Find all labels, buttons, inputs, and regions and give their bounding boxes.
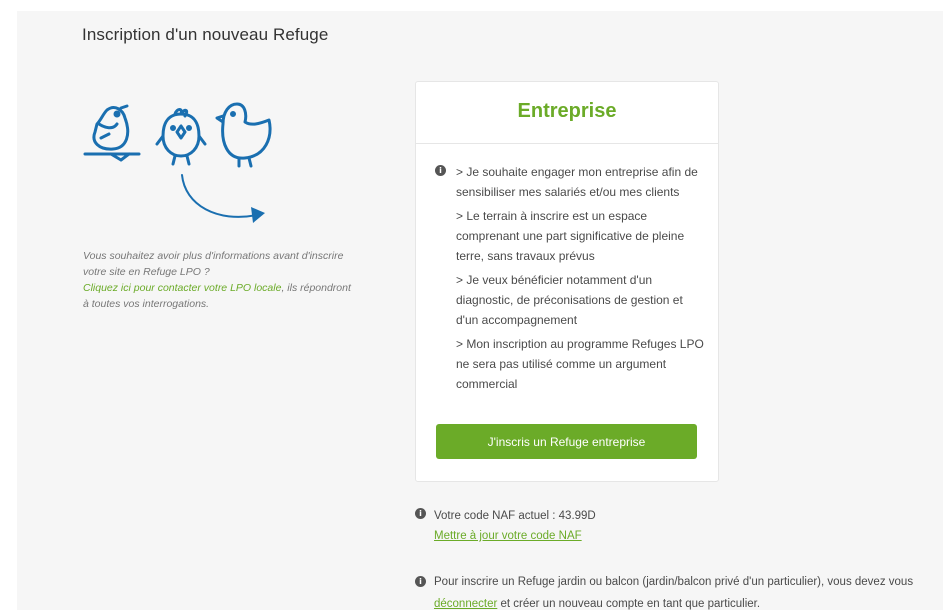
more-info-text: Vous souhaitez avoir plus d'informations…: [83, 248, 353, 312]
register-entreprise-button[interactable]: J'inscris un Refuge entreprise: [436, 424, 697, 459]
info-icon: i: [415, 576, 426, 587]
update-naf-link[interactable]: Mettre à jour votre code NAF: [434, 526, 596, 546]
criterion-item: > Mon inscription au programme Refuges L…: [456, 337, 704, 391]
info-icon: i: [415, 508, 426, 519]
page-container: Inscription d'un nouveau Refuge Vous sou…: [17, 11, 943, 610]
curved-arrow-icon: [181, 174, 265, 223]
naf-code-text: Votre code NAF actuel : 43.99D: [434, 510, 596, 522]
criteria-list: i > Je souhaite engager mon entreprise a…: [435, 162, 705, 398]
notice-text-after: et créer un nouveau compte en tant que p…: [497, 598, 761, 610]
card-title: Entreprise: [517, 100, 617, 122]
criterion-item: > Le terrain à inscrire est un espace co…: [456, 209, 685, 263]
contact-local-lpo-link[interactable]: Cliquez ici pour contacter votre LPO loc…: [83, 282, 281, 294]
info-icon: i: [435, 165, 446, 176]
particulier-notice: i Pour inscrire un Refuge jardin ou balc…: [415, 571, 943, 615]
criterion-item: > Je souhaite engager mon entreprise afi…: [456, 165, 698, 199]
criterion-item: > Je veux bénéficier notamment d'un diag…: [456, 273, 683, 327]
notice-text: Pour inscrire un Refuge jardin ou balcon…: [434, 571, 943, 615]
logout-link[interactable]: déconnecter: [434, 598, 497, 610]
entreprise-card: Entreprise i > Je souhaite engager mon e…: [415, 81, 719, 482]
naf-code-section: i Votre code NAF actuel : 43.99D Mettre …: [415, 506, 596, 546]
bird-illustrations-icon: [83, 102, 272, 168]
page-title: Inscription d'un nouveau Refuge: [82, 25, 329, 44]
more-info-question: Vous souhaitez avoir plus d'informations…: [83, 250, 344, 278]
card-divider: [416, 143, 718, 144]
notice-text-before: Pour inscrire un Refuge jardin ou balcon…: [434, 576, 914, 588]
